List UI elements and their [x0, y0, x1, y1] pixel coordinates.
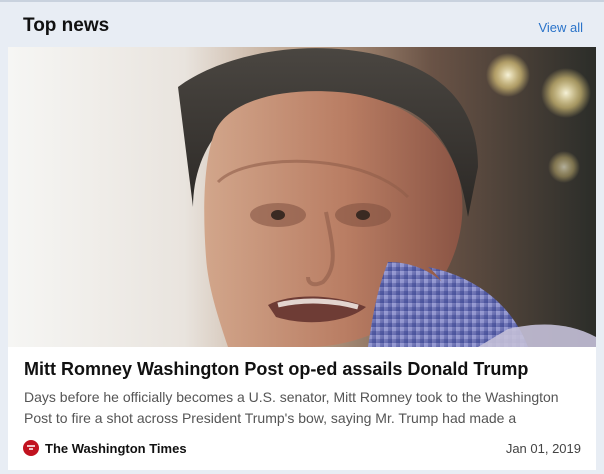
- article-photo[interactable]: [8, 47, 596, 347]
- article-date: Jan 01, 2019: [505, 441, 581, 456]
- panel-header: Top news View all: [0, 2, 604, 48]
- article-headline[interactable]: Mitt Romney Washington Post op-ed assail…: [24, 359, 584, 380]
- top-news-panel: Top news View all Mitt Romney Washington…: [0, 0, 604, 474]
- source-name: The Washington Times: [45, 440, 187, 456]
- news-card[interactable]: Mitt Romney Washington Post op-ed assail…: [8, 47, 596, 470]
- view-all-link[interactable]: View all: [538, 20, 583, 35]
- article-source[interactable]: The Washington Times: [23, 439, 187, 457]
- article-photo-graphic: [178, 48, 596, 347]
- article-summary: Days before he officially becomes a U.S.…: [24, 389, 559, 426]
- panel-title: Top news: [23, 15, 110, 36]
- washington-times-logo-icon: [23, 440, 39, 456]
